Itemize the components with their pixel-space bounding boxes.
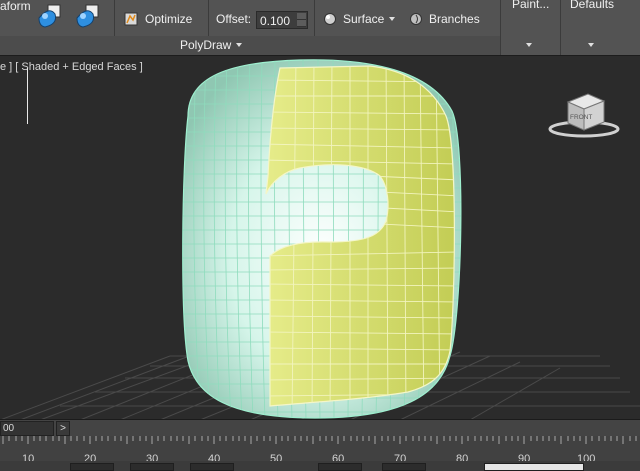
paint-panel[interactable]: Paint... bbox=[501, 0, 560, 55]
next-frame-button[interactable]: > bbox=[56, 421, 70, 436]
ribbon-separator bbox=[114, 0, 115, 36]
defaults-panel[interactable]: Defaults bbox=[561, 0, 640, 55]
status-field[interactable] bbox=[70, 463, 114, 471]
status-bar bbox=[0, 461, 640, 471]
status-field[interactable] bbox=[130, 463, 174, 471]
status-field[interactable] bbox=[190, 463, 234, 471]
surface-dropdown[interactable]: Surface bbox=[343, 12, 384, 26]
polydraw-panel-bar[interactable]: PolyDraw bbox=[0, 36, 500, 55]
offset-spinner[interactable] bbox=[256, 11, 308, 29]
chevron-down-icon[interactable] bbox=[389, 17, 395, 21]
spinner-arrows[interactable] bbox=[297, 13, 306, 27]
polydraw-label[interactable]: PolyDraw bbox=[180, 38, 231, 52]
viewcube[interactable]: FRONT bbox=[548, 93, 620, 138]
time-slider[interactable]: 00 > bbox=[0, 419, 640, 436]
chevron-down-icon[interactable] bbox=[236, 43, 242, 47]
offset-input[interactable] bbox=[257, 13, 295, 29]
optimize-icon[interactable] bbox=[124, 12, 138, 26]
surface-icon[interactable] bbox=[323, 12, 337, 26]
optimize-button[interactable]: Optimize bbox=[145, 12, 192, 26]
scene-canvas[interactable]: FRONT bbox=[0, 56, 640, 420]
push-pull-brush-icon[interactable] bbox=[74, 4, 100, 30]
ribbon-separator bbox=[314, 0, 315, 36]
paint-label[interactable]: Paint... bbox=[512, 0, 549, 11]
transform-label[interactable]: aform bbox=[0, 0, 31, 13]
chevron-down-icon[interactable] bbox=[526, 43, 532, 47]
shift-brush-icon[interactable] bbox=[36, 4, 62, 30]
defaults-label[interactable]: Defaults bbox=[570, 0, 614, 11]
viewcube-front-label: FRONT bbox=[570, 114, 592, 121]
frame-field[interactable]: 00 bbox=[0, 421, 54, 436]
text-cursor bbox=[27, 68, 28, 124]
perspective-viewport[interactable]: FRONT e ] [ Shaded + Edged Faces ] bbox=[0, 55, 640, 420]
ribbon-separator bbox=[208, 0, 209, 36]
spinner-down-icon[interactable] bbox=[297, 20, 306, 27]
branches-button[interactable]: Branches bbox=[429, 12, 480, 26]
status-field[interactable] bbox=[318, 463, 362, 471]
chevron-down-icon[interactable] bbox=[588, 43, 594, 47]
spinner-up-icon[interactable] bbox=[297, 13, 306, 20]
branches-icon[interactable] bbox=[409, 12, 423, 26]
status-field[interactable] bbox=[484, 463, 584, 471]
ribbon: aform Optimize Offset: Surface Branches bbox=[0, 0, 640, 55]
viewport-label[interactable]: e ] [ Shaded + Edged Faces ] bbox=[0, 61, 143, 73]
offset-label: Offset: bbox=[216, 12, 252, 26]
status-field[interactable] bbox=[382, 463, 426, 471]
